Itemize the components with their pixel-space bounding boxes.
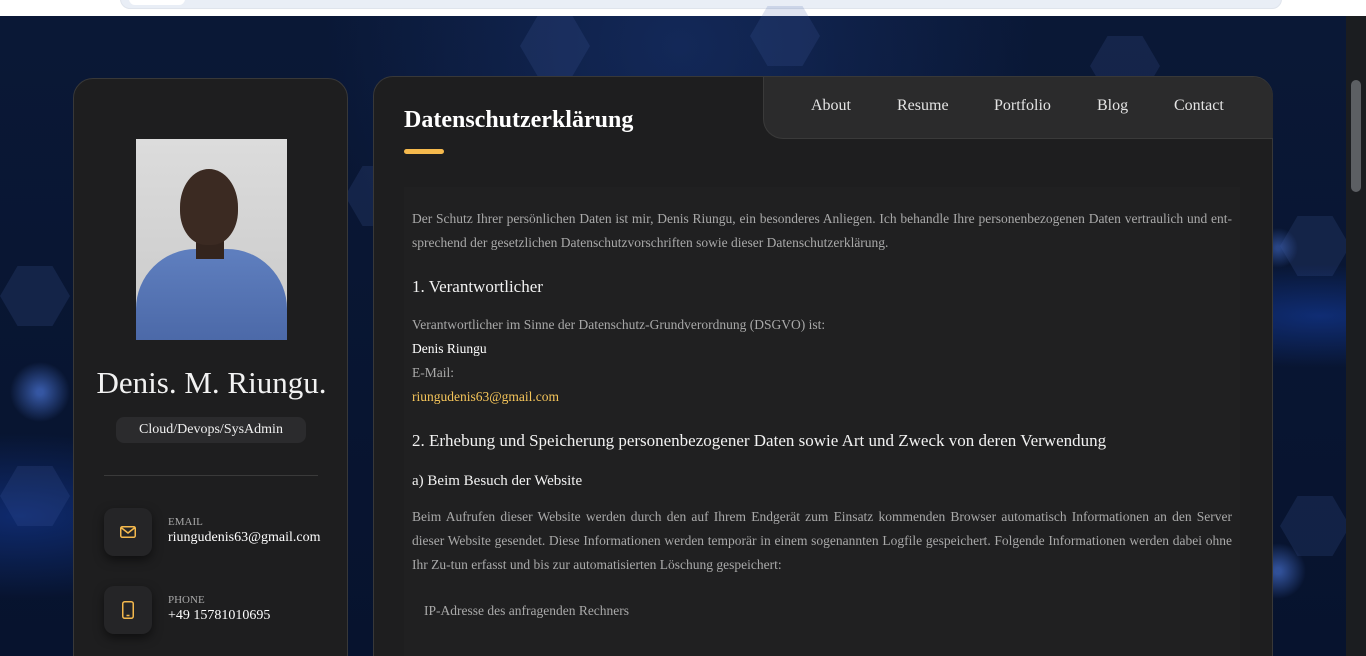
section1-text: Verantwortlicher im Sinne der Datenschut… xyxy=(412,317,826,332)
phone-icon xyxy=(104,586,152,634)
profile-sidebar: Denis. M. Riungu. Cloud/Devops/SysAdmin … xyxy=(73,78,348,656)
background-hex xyxy=(0,266,70,326)
address-bar[interactable] xyxy=(120,0,1282,9)
avatar xyxy=(136,139,287,340)
address-bar-chip[interactable] xyxy=(129,0,185,5)
contact-email-value[interactable]: riungudenis63@gmail.com xyxy=(168,530,320,546)
section-heading-2: 2. Erhebung und Speicherung personenbezo… xyxy=(412,431,1107,450)
responsible-name: Denis Riungu xyxy=(412,341,487,356)
contact-phone: PHONE +49 15781010695 xyxy=(104,586,324,634)
section2-text: Beim Aufrufen dieser Website werden durc… xyxy=(412,509,1232,572)
title-underline xyxy=(404,149,444,154)
avatar-head xyxy=(180,169,238,245)
email-label: E-Mail: xyxy=(412,365,454,380)
contact-email: EMAIL riungudenis63@gmail.com xyxy=(104,508,324,556)
scrollbar-thumb[interactable] xyxy=(1351,80,1361,192)
privacy-content: Der Schutz Ihrer persönlichen Daten ist … xyxy=(404,187,1240,656)
contact-phone-value[interactable]: +49 15781010695 xyxy=(168,608,270,624)
background-hex xyxy=(1280,496,1350,556)
nav-resume[interactable]: Resume xyxy=(897,97,949,115)
responsible-email-link[interactable]: riungudenis63@gmail.com xyxy=(412,385,1232,409)
sidebar-divider xyxy=(104,475,318,476)
mail-icon xyxy=(104,508,152,556)
profile-name: Denis. M. Riungu. xyxy=(96,365,327,400)
page-scrollbar[interactable] xyxy=(1346,16,1366,656)
background-hex xyxy=(520,16,590,76)
section-heading-1: 1. Verantwortlicher xyxy=(412,277,543,296)
navbar: About Resume Portfolio Blog Contact xyxy=(763,77,1273,139)
browser-top-strip xyxy=(0,0,1366,16)
contact-email-label: EMAIL xyxy=(168,516,203,528)
nav-contact[interactable]: Contact xyxy=(1174,97,1224,115)
nav-portfolio[interactable]: Portfolio xyxy=(994,97,1051,115)
list-item: IP-Adresse des anfragenden Rechners xyxy=(424,603,630,618)
nav-blog[interactable]: Blog xyxy=(1097,97,1128,115)
subsection-heading-a: a) Beim Besuch der Website xyxy=(412,473,583,489)
main-article: About Resume Portfolio Blog Contact Date… xyxy=(373,76,1273,656)
background-hex xyxy=(0,466,70,526)
avatar-shirt xyxy=(136,249,287,340)
profile-role-badge: Cloud/Devops/SysAdmin xyxy=(116,417,306,443)
intro-paragraph: Der Schutz Ihrer persönlichen Daten ist … xyxy=(412,211,1232,250)
nav-about[interactable]: About xyxy=(811,97,851,115)
page-title: Datenschutzerklärung xyxy=(404,107,634,133)
contact-phone-label: PHONE xyxy=(168,594,205,606)
background-hex xyxy=(1280,216,1350,276)
